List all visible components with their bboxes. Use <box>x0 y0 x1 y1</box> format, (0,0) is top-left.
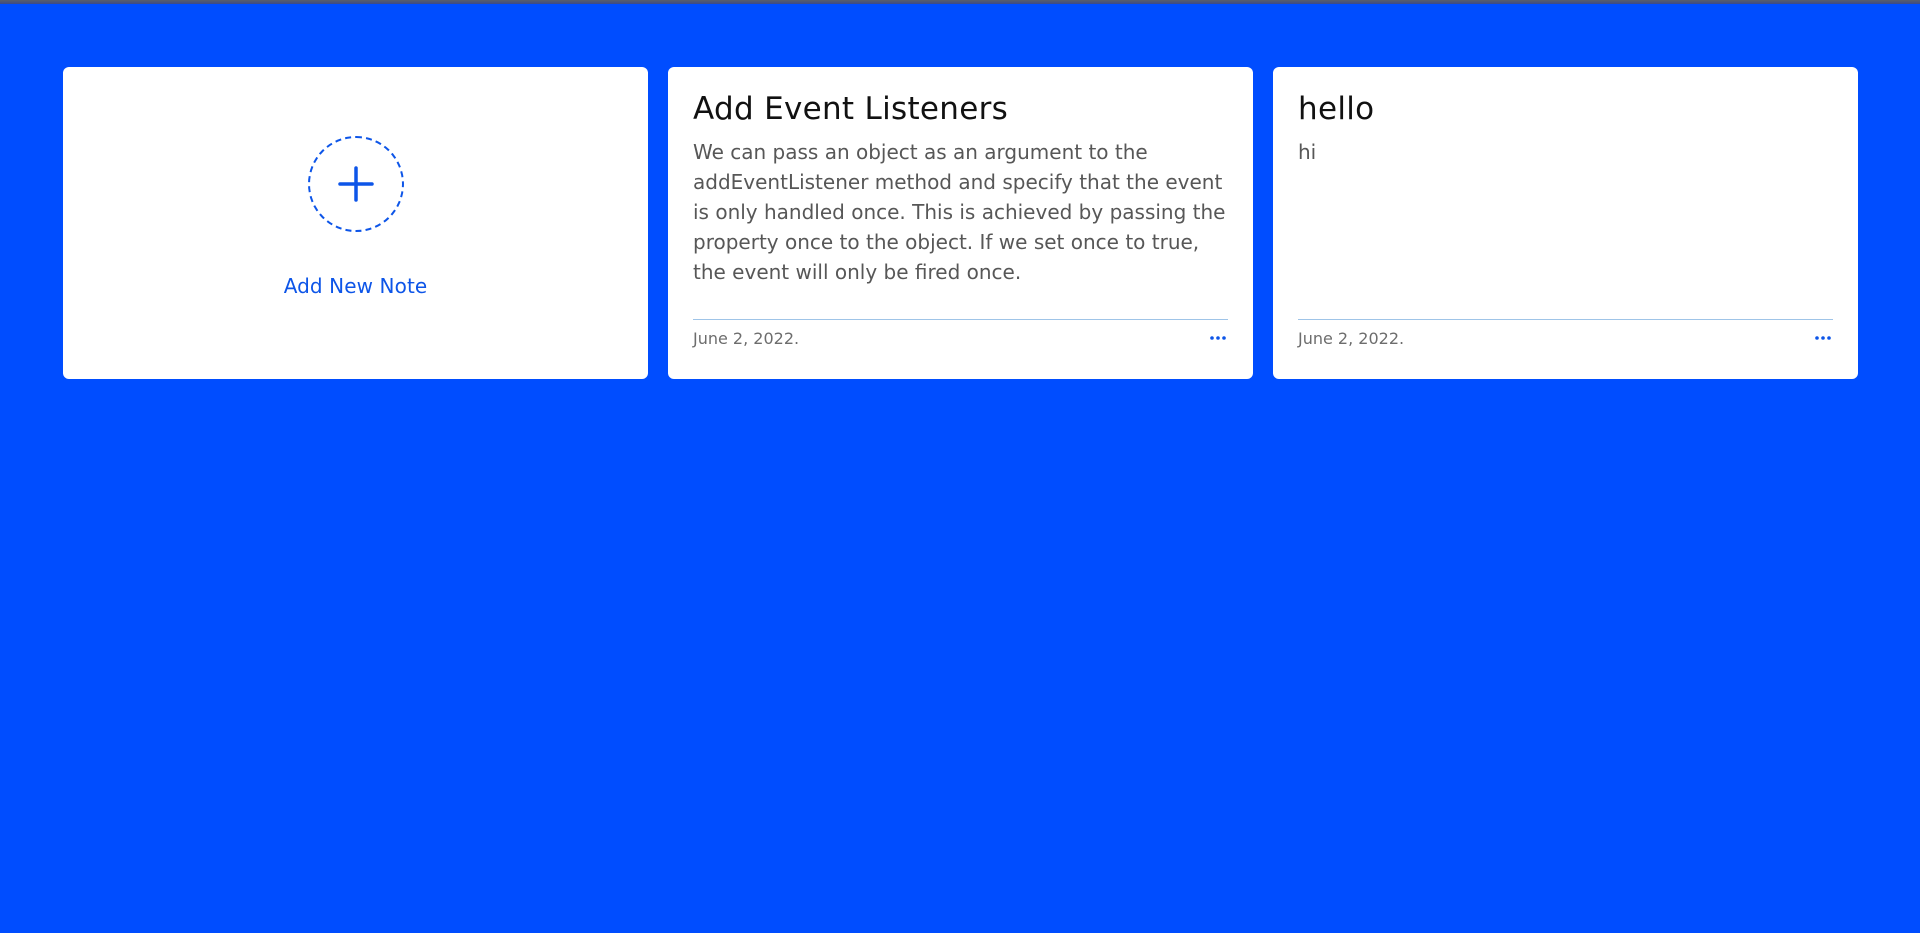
note-title: Add Event Listeners <box>693 91 1009 127</box>
plus-icon[interactable] <box>307 136 404 232</box>
note-card: Add Event Listeners We can pass an objec… <box>668 67 1253 379</box>
note-date: June 2, 2022. <box>1298 328 1405 348</box>
window-top-strip <box>0 0 1920 4</box>
add-note-card[interactable]: Add New Note <box>63 67 648 379</box>
note-body: hi <box>1298 140 1317 164</box>
note-footer: June 2, 2022. <box>693 319 1228 348</box>
note-card: hello hi June 2, 2022. <box>1273 67 1858 379</box>
add-new-note-label[interactable]: Add New Note <box>284 274 428 298</box>
note-date: June 2, 2022. <box>693 328 800 348</box>
note-body: We can pass an object as an argument to … <box>693 140 1226 284</box>
note-title: hello <box>1298 91 1375 127</box>
more-horizontal-icon[interactable] <box>1208 328 1228 348</box>
more-horizontal-icon[interactable] <box>1813 328 1833 348</box>
notes-grid: Add New Note Add Event Listeners We can … <box>63 67 1858 379</box>
note-footer: June 2, 2022. <box>1298 319 1833 348</box>
